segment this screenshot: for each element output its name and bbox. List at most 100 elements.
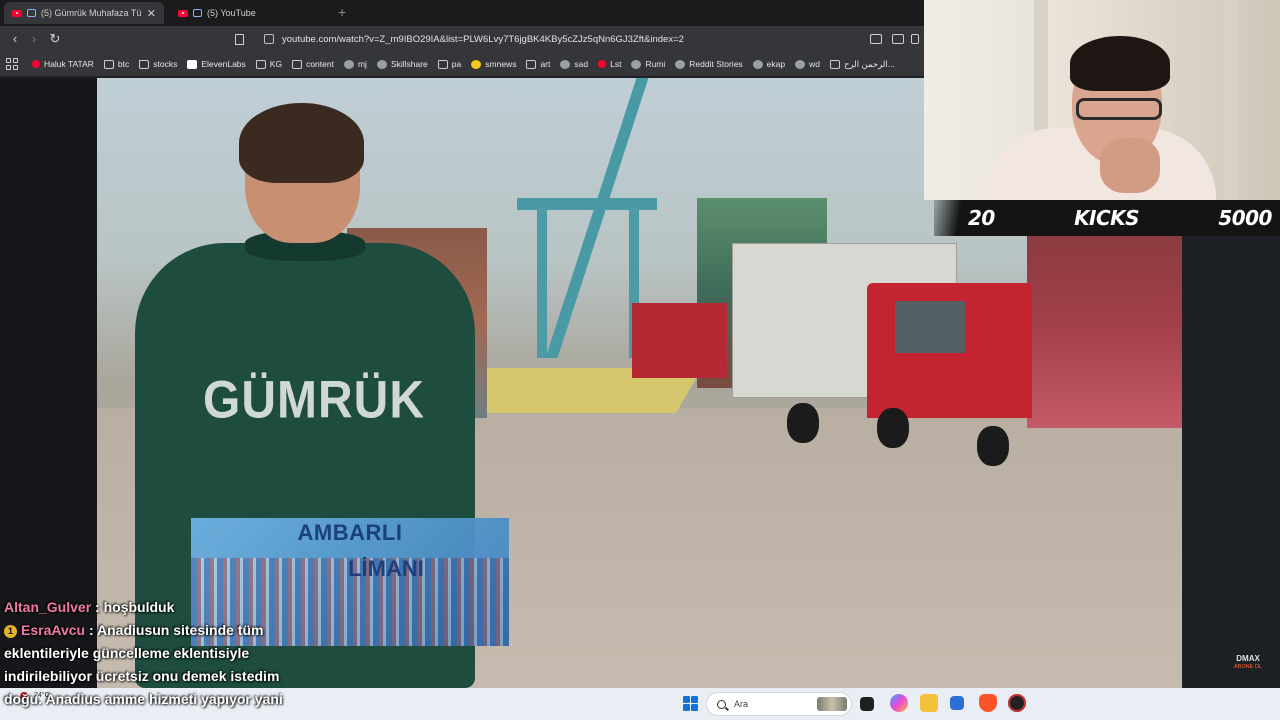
chat-overlay: Altan_Gulver : hoşbulduk 1 EsraAvcu : Ana… xyxy=(4,596,314,711)
bookmark-lst[interactable]: Lst xyxy=(598,59,621,69)
youtube-icon xyxy=(12,9,22,17)
obs-icon[interactable] xyxy=(1008,694,1026,712)
bookmark-pa[interactable]: pa xyxy=(437,59,462,69)
bookmark-kg[interactable]: KG xyxy=(255,59,283,69)
bookmark-label: Lst xyxy=(610,59,622,69)
bookmark-wd[interactable]: wd xyxy=(795,59,820,69)
bookmark-label: ElevenLabs xyxy=(201,59,246,69)
bookmark-ekap[interactable]: ekap xyxy=(752,59,785,69)
bookmark-content[interactable]: content xyxy=(292,59,334,69)
bookmark-label: art xyxy=(540,59,551,69)
rss-icon[interactable] xyxy=(911,34,919,44)
folder-icon xyxy=(103,59,114,69)
video-truck-distant xyxy=(632,303,727,378)
tab-gumruk[interactable]: (5) Gümrük Muhafaza Türkiye ✕ xyxy=(4,2,164,24)
task-view-icon[interactable] xyxy=(860,697,874,711)
youtube-icon xyxy=(32,60,40,68)
folder-icon xyxy=(139,59,150,69)
bookmark-label: Rumi xyxy=(645,59,666,69)
file-explorer-icon[interactable] xyxy=(920,694,938,712)
bookmark-label: mj xyxy=(357,59,367,69)
forward-button[interactable]: › xyxy=(26,31,42,47)
bookmark-haluk-tatar[interactable]: Haluk TATAR xyxy=(32,59,94,69)
tab-badge-icon xyxy=(193,9,202,17)
bookmark-icon[interactable] xyxy=(235,34,244,45)
bookmark-label: KG xyxy=(269,59,283,69)
chat-text: Anadiusun sitesinde tüm xyxy=(97,622,264,638)
port-logo-line1: AMBARLI xyxy=(297,520,403,545)
jacket-text: GÜMRÜK xyxy=(203,371,425,430)
taskbar-search[interactable]: Ara xyxy=(706,692,852,716)
bookmark-stocks[interactable]: stocks xyxy=(139,59,177,69)
s-logo-icon xyxy=(598,60,607,68)
bookmark-mj[interactable]: mj xyxy=(343,59,367,69)
folder-icon xyxy=(255,59,266,69)
channel-name: DMAX xyxy=(1236,654,1260,663)
tab-title: (5) YouTube xyxy=(207,8,256,18)
search-icon xyxy=(717,699,726,709)
counter-goal: 5000 xyxy=(1218,206,1272,230)
bookmark-skillshare[interactable]: Skillshare xyxy=(376,59,428,69)
chat-message: Altan_Gulver : hoşbulduk xyxy=(4,599,175,615)
video-truck-cab xyxy=(867,283,1032,418)
bookmark-reddit-stories[interactable]: Reddit Stories xyxy=(675,59,743,69)
chat-text-continued: eklentileriyle güncelleme eklentisiyle xyxy=(4,645,250,661)
bookmark-label: Reddit Stories xyxy=(689,59,743,69)
reload-button[interactable]: ↻ xyxy=(47,31,63,47)
channel-watermark: DMAX ABONE OL xyxy=(1234,654,1262,672)
bookmark-label: Skillshare xyxy=(390,59,428,69)
close-icon[interactable]: ✕ xyxy=(147,7,156,20)
apps-icon[interactable] xyxy=(6,58,18,70)
github-icon xyxy=(343,59,354,69)
back-button[interactable]: ‹ xyxy=(7,31,23,47)
port-logo-line2: LİMANI xyxy=(348,556,424,581)
bookmark-rumi[interactable]: Rumi xyxy=(631,59,665,69)
toolbar: ‹ › ↻ youtube.com/watch?v=Z_m9IBO29IA&li… xyxy=(0,26,924,52)
folder-icon xyxy=(292,59,303,69)
counter-label: KICKS xyxy=(1074,206,1140,230)
youtube-icon xyxy=(178,9,188,17)
address-bar[interactable]: youtube.com/watch?v=Z_m9IBO29IA&list=PLW… xyxy=(258,29,924,49)
chat-text-continued: indirilebiliyor ücretsiz onu demek isted… xyxy=(4,668,280,684)
chat-username: EsraAvcu xyxy=(21,622,86,638)
bookmark-label: smnews xyxy=(485,59,517,69)
bookmark-label: pa xyxy=(451,59,462,69)
tab-title: (5) Gümrük Muhafaza Türkiye xyxy=(41,8,142,18)
chat-text: hoşbulduk xyxy=(103,599,175,615)
d-logo-icon xyxy=(675,59,686,69)
vercel-icon xyxy=(560,59,571,69)
smiley-icon xyxy=(471,59,482,69)
windows-start-icon[interactable] xyxy=(683,696,698,711)
share-icon[interactable] xyxy=(892,34,904,44)
video-wheel xyxy=(787,403,819,443)
cast-icon[interactable] xyxy=(870,34,882,44)
bookmark-sad[interactable]: sad xyxy=(560,59,588,69)
video-wheel xyxy=(877,408,909,448)
bookmark-label: btc xyxy=(117,59,130,69)
webcam-feed xyxy=(924,0,1280,200)
folder-icon xyxy=(526,59,537,69)
new-tab-button[interactable]: + xyxy=(338,4,346,20)
bookmark-art[interactable]: art xyxy=(526,59,550,69)
bookmark-label: الرحمن الرح... xyxy=(843,58,895,69)
counter-current: 20 xyxy=(968,206,995,230)
book-icon xyxy=(829,59,840,69)
chat-username: Altan_Gulver xyxy=(4,599,92,615)
chat-message: 1 EsraAvcu : Anadiusun sitesinde tüm xyxy=(4,619,314,642)
tab-youtube[interactable]: (5) YouTube xyxy=(170,2,330,24)
skillshare-icon xyxy=(376,59,387,69)
snipping-tool-icon[interactable] xyxy=(950,696,964,710)
bookmark-btc[interactable]: btc xyxy=(103,59,130,69)
brave-browser-icon[interactable] xyxy=(979,694,997,712)
video-letterbox-right xyxy=(1182,200,1280,688)
subscriber-badge-icon: 1 xyxy=(4,625,17,638)
tab-badge-icon xyxy=(27,9,36,17)
bookmark-smnews[interactable]: smnews xyxy=(471,59,516,69)
bookmark-arabic[interactable]: الرحمن الرح... xyxy=(829,58,895,70)
kicks-counter: 20 KICKS 5000 xyxy=(934,200,1280,236)
site-info-icon[interactable] xyxy=(264,34,274,44)
tab-strip: (5) Gümrük Muhafaza Türkiye ✕ (5) YouTub… xyxy=(0,0,924,26)
wiki-icon xyxy=(795,59,806,69)
bookmark-elevenlabs[interactable]: ElevenLabs xyxy=(187,59,246,69)
copilot-icon[interactable] xyxy=(890,694,908,712)
